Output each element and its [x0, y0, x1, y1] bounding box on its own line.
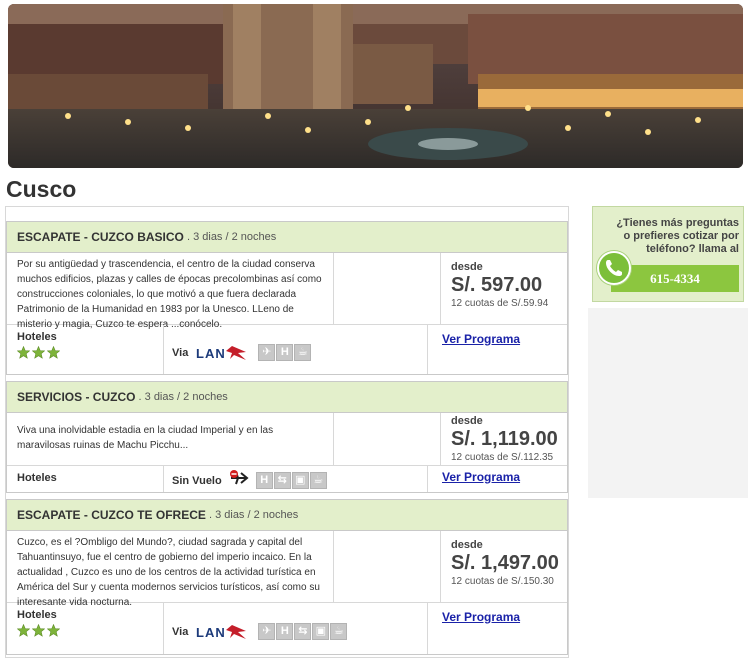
hotel-stars — [17, 624, 163, 637]
package-footer: Hoteles Sin Vuelo H ⇆ ▣ ☕ Ver Programa — [7, 466, 567, 492]
hotel-label: Hoteles — [17, 609, 57, 621]
package-price: S/. 597.00 — [451, 274, 543, 296]
package-card: ESCAPATE - CUZCO TE OFRECE . 3 dias / 2 … — [6, 499, 568, 655]
package-name: ESCAPATE - CUZCO TE OFRECE — [17, 508, 206, 522]
plane-icon: ✈ — [258, 344, 276, 361]
star-icon — [32, 346, 45, 359]
hotel-icon: H — [276, 623, 294, 640]
package-description: Cuzco, es el ?Ombligo del Mundo?, ciudad… — [7, 531, 334, 608]
package-name: ESCAPATE - CUZCO BASICO — [17, 230, 184, 244]
package-description: Viva una inolvidable estadia en la ciuda… — [7, 413, 334, 465]
package-price-block: desde S/. 1,497.00 12 cuotas de S/.150.3… — [441, 531, 567, 602]
flight-block: Sin Vuelo H ⇆ ▣ ☕ — [164, 466, 428, 492]
package-header: ESCAPATE - CUZCO BASICO . 3 dias / 2 noc… — [7, 222, 567, 253]
package-name: SERVICIOS - CUZCO — [17, 390, 136, 404]
hotel-label: Hoteles — [17, 472, 57, 484]
transfer-icon: ⇆ — [273, 472, 291, 489]
svg-text:LAN: LAN — [196, 346, 226, 361]
coffee-icon: ☕ — [330, 623, 348, 640]
package-duration: 3 dias / 2 noches — [215, 509, 299, 521]
package-list: ESCAPATE - CUZCO BASICO . 3 dias / 2 noc… — [5, 206, 569, 658]
hotel-stars — [17, 346, 163, 359]
package-price: S/. 1,497.00 — [451, 552, 559, 574]
flight-block: Via LAN ✈ H ⇆ ▣ ☕ — [164, 603, 428, 654]
star-icon — [47, 346, 60, 359]
service-icons: H ⇆ ▣ ☕ — [255, 472, 327, 489]
star-icon — [17, 624, 30, 637]
package-card: SERVICIOS - CUZCO . 3 dias / 2 noches Vi… — [6, 381, 568, 493]
package-spacer — [334, 531, 441, 602]
call-us-box[interactable]: ¿Tienes más preguntas o prefieres cotiza… — [592, 206, 744, 302]
ver-programa-link[interactable]: Ver Programa — [442, 470, 520, 484]
sidebar-panel — [588, 308, 748, 498]
package-header: ESCAPATE - CUZCO TE OFRECE . 3 dias / 2 … — [7, 500, 567, 531]
package-duration: 3 dias / 2 noches — [193, 231, 277, 243]
phone-icon — [597, 251, 631, 285]
package-footer: Hoteles Via LAN ✈ H ☕ Ver Programa — [7, 325, 567, 374]
svg-text:LAN: LAN — [196, 625, 226, 640]
from-label: desde — [451, 261, 483, 273]
package-spacer — [334, 253, 441, 324]
flight-label: Via — [172, 346, 189, 359]
package-duration: 3 dias / 2 noches — [144, 391, 228, 403]
package-spacer — [334, 413, 441, 465]
hero-banner-image — [8, 4, 743, 168]
installments: 12 cuotas de S/.150.30 — [451, 576, 554, 587]
installments: 12 cuotas de S/.59.94 — [451, 298, 549, 309]
hotel-icon: H — [276, 344, 294, 361]
star-icon — [32, 624, 45, 637]
program-link-block: Ver Programa — [428, 466, 567, 486]
installments: 12 cuotas de S/.112.35 — [451, 452, 554, 463]
package-body: Viva una inolvidable estadia en la ciuda… — [7, 413, 567, 466]
star-icon — [17, 346, 30, 359]
no-flight-icon — [228, 469, 250, 492]
no-flight-label: Sin Vuelo — [172, 474, 222, 487]
hotel-block: Hoteles — [7, 466, 164, 492]
plane-icon: ✈ — [258, 623, 276, 640]
package-footer: Hoteles Via LAN ✈ H ⇆ ▣ ☕ Ver Programa — [7, 603, 567, 654]
hotel-label: Hoteles — [17, 331, 57, 343]
lan-logo-icon: LAN — [194, 343, 252, 363]
program-link-block: Ver Programa — [428, 325, 567, 348]
lan-logo-icon: LAN — [194, 622, 252, 642]
package-description: Por su antigüedad y trascendencia, el ce… — [7, 253, 334, 330]
flight-label: Via — [172, 625, 189, 638]
package-header: SERVICIOS - CUZCO . 3 dias / 2 noches — [7, 382, 567, 413]
hotel-block: Hoteles — [7, 325, 164, 374]
coffee-icon: ☕ — [294, 344, 312, 361]
package-body: Cuzco, es el ?Ombligo del Mundo?, ciudad… — [7, 531, 567, 608]
transfer-icon: ⇆ — [294, 623, 312, 640]
page-title: Cusco — [6, 176, 77, 202]
package-price-block: desde S/. 1,119.00 12 cuotas de S/.112.3… — [441, 413, 567, 465]
ver-programa-link[interactable]: Ver Programa — [442, 332, 520, 346]
service-icons: ✈ H ☕ — [258, 344, 312, 361]
star-icon — [47, 624, 60, 637]
package-price: S/. 1,119.00 — [451, 428, 558, 450]
from-label: desde — [451, 539, 483, 551]
package-body: Por su antigüedad y trascendencia, el ce… — [7, 253, 567, 330]
call-question: ¿Tienes más preguntas o prefieres cotiza… — [616, 217, 739, 255]
flight-block: Via LAN ✈ H ☕ — [164, 325, 428, 374]
coffee-icon: ☕ — [309, 472, 327, 489]
ver-programa-link[interactable]: Ver Programa — [442, 610, 520, 624]
package-card: ESCAPATE - CUZCO BASICO . 3 dias / 2 noc… — [6, 221, 568, 375]
from-label: desde — [451, 415, 483, 427]
package-price-block: desde S/. 597.00 12 cuotas de S/.59.94 — [441, 253, 567, 324]
hotel-icon: H — [255, 472, 273, 489]
tour-icon: ▣ — [291, 472, 309, 489]
service-icons: ✈ H ⇆ ▣ ☕ — [258, 623, 348, 640]
program-link-block: Ver Programa — [428, 603, 567, 626]
hotel-block: Hoteles — [7, 603, 164, 654]
tour-icon: ▣ — [312, 623, 330, 640]
